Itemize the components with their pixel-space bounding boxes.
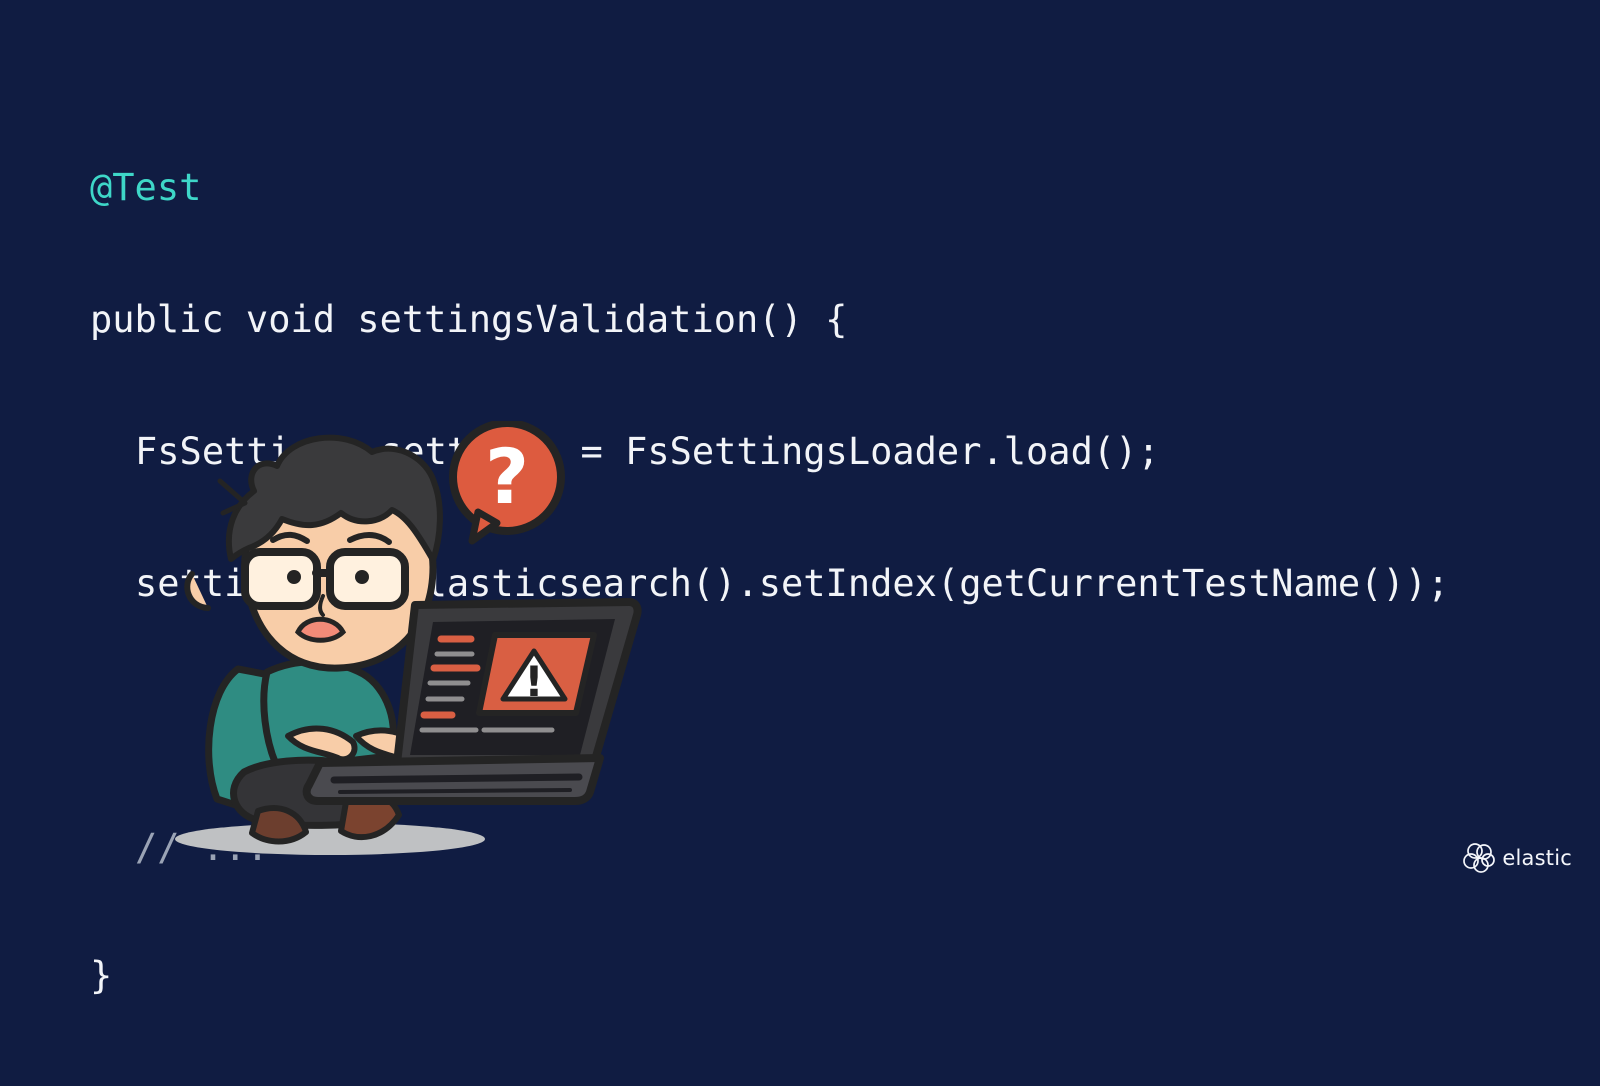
elastic-logo-icon [1463,843,1496,873]
brand-name: elastic [1502,846,1572,870]
warning-symbol: ! [524,657,543,706]
confused-developer-illustration: ? ! [170,421,650,876]
test-annotation: @Test [90,166,202,209]
closing-brace: } [90,954,113,997]
method-signature: public void settingsValidation() { [90,298,848,341]
presentation-slide: @Test public void settingsValidation() {… [0,0,1600,997]
java-code-sample: @Test public void settingsValidation() {… [90,78,1510,997]
question-mark-symbol: ? [485,432,529,521]
question-bubble-icon: ? [449,421,565,545]
brand-logo: elastic [1462,839,1572,877]
